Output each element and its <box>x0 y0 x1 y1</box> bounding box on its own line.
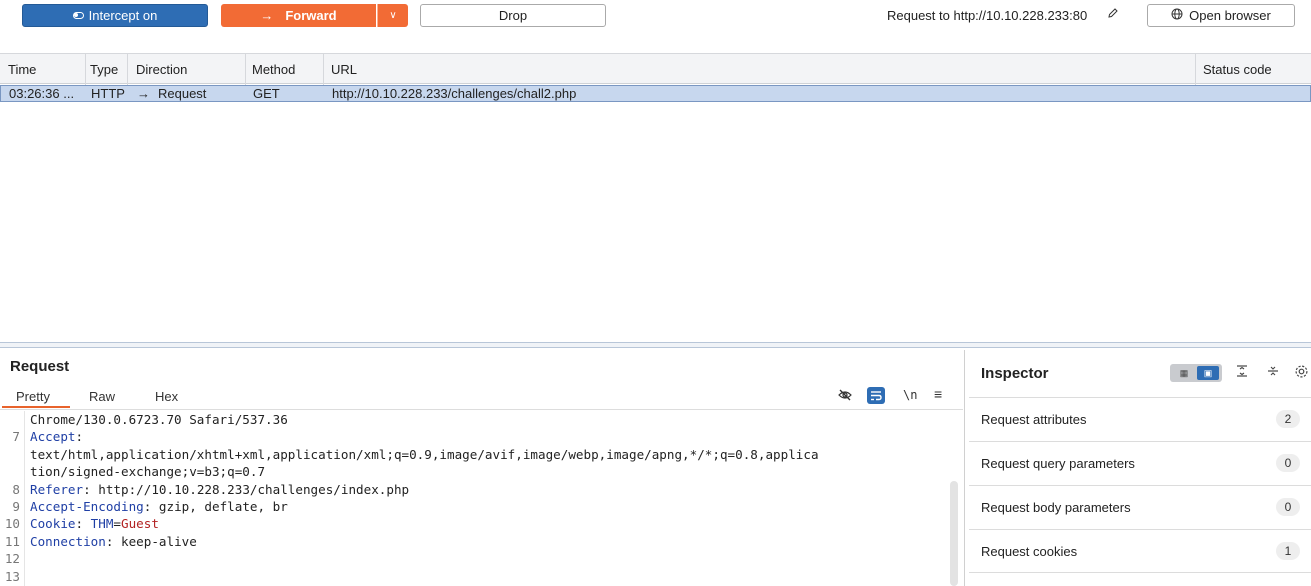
globe-icon <box>1171 8 1183 23</box>
inspector-item-request-cookies[interactable]: Request cookies 1 <box>969 529 1311 573</box>
request-target-label: Request to http://10.10.228.233:80 <box>887 8 1088 23</box>
row-status <box>1196 86 1204 101</box>
forward-label: Forward <box>285 8 337 23</box>
inspector-item-label: Request body parameters <box>981 500 1131 515</box>
header-name: Cookie <box>30 516 76 532</box>
tab-pretty[interactable]: Pretty <box>16 389 50 404</box>
cookie-value: Guest <box>121 516 159 532</box>
row-method: GET <box>253 86 280 101</box>
header-value: gzip, deflate, br <box>151 499 288 514</box>
editor-separator <box>0 409 963 410</box>
list-view-icon[interactable]: ▦ <box>1174 366 1194 380</box>
header-name: Referer <box>30 481 84 497</box>
inspector-item-query-parameters[interactable]: Request query parameters 0 <box>969 441 1311 485</box>
toggle-icon <box>72 12 84 19</box>
inspector-item-label: Request cookies <box>981 544 1078 559</box>
row-direction-label: Request <box>158 86 207 101</box>
tab-raw[interactable]: Raw <box>89 389 115 404</box>
cookie-name: THM <box>90 516 114 532</box>
line-number: 12 <box>4 551 20 567</box>
intercept-label: Intercept on <box>88 8 158 23</box>
column-header-url[interactable]: URL <box>323 54 1196 85</box>
open-browser-button[interactable]: Open browser <box>1147 4 1295 27</box>
inspector-item-label: Request query parameters <box>981 456 1135 471</box>
collapse-all-icon[interactable] <box>1235 364 1249 381</box>
active-tab-indicator <box>2 406 70 408</box>
row-direction: → Request <box>129 86 206 101</box>
forward-options-button[interactable]: ∨ <box>377 4 408 27</box>
panel-view-icon[interactable]: ▣ <box>1197 366 1219 380</box>
count-badge: 0 <box>1276 498 1300 516</box>
count-badge: 2 <box>1276 410 1300 428</box>
word-wrap-icon[interactable] <box>867 387 885 404</box>
inspector-item-request-attributes[interactable]: Request attributes 2 <box>969 397 1311 441</box>
code-line: tion/signed-exchange;v=b3;q=0.7 <box>30 464 266 480</box>
gear-icon[interactable] <box>1294 364 1309 382</box>
column-header-direction[interactable]: Direction <box>128 54 246 85</box>
inspector-item-label: Request attributes <box>981 412 1087 427</box>
header-value: keep-alive <box>113 533 197 549</box>
line-number: 11 <box>4 533 20 549</box>
row-url: http://10.10.228.233/challenges/chall2.p… <box>332 86 577 101</box>
row-time: 03:26:36 ... <box>9 86 75 101</box>
edit-target-icon[interactable] <box>1107 7 1119 22</box>
arrow-right-icon: → <box>260 8 274 23</box>
line-number: 10 <box>4 516 20 532</box>
inspector-panel: Inspector ▦ ▣ Request attributes 2 Reque… <box>964 350 1311 586</box>
code-line: Cookie: THM=Guest <box>30 516 159 532</box>
count-badge: 1 <box>1276 542 1300 560</box>
tab-hex[interactable]: Hex <box>155 389 178 404</box>
layout-toggle[interactable]: ▦ ▣ <box>1170 364 1222 382</box>
inspector-title: Inspector <box>981 365 1049 382</box>
count-badge: 0 <box>1276 454 1300 472</box>
column-header-status-code[interactable]: Status code <box>1195 54 1311 85</box>
editor-scrollbar[interactable] <box>950 481 958 586</box>
header-value: http://10.10.228.233/challenges/index.ph… <box>90 481 410 497</box>
drop-button[interactable]: Drop <box>420 4 606 27</box>
newline-toggle-icon[interactable]: \n <box>903 388 917 402</box>
request-pane-title: Request <box>10 358 70 375</box>
code-line: Accept-Encoding: gzip, deflate, br <box>30 499 288 514</box>
line-number: 13 <box>4 568 20 584</box>
expand-all-icon[interactable] <box>1266 364 1280 381</box>
proxy-intercept-window: Intercept on → Forward ∨ Drop Request to… <box>0 0 1311 586</box>
column-header-method[interactable]: Method <box>244 54 324 85</box>
header-name: Accept <box>30 429 76 445</box>
table-row[interactable]: 03:26:36 ... HTTP → Request GET http://10… <box>0 85 1311 102</box>
arrow-right-icon: → <box>137 86 150 101</box>
code-line: Chrome/130.0.6723.70 Safari/537.36 <box>30 412 288 427</box>
intercept-table-header: Time Type Direction Method URL Status co… <box>0 53 1311 85</box>
chevron-down-icon: ∨ <box>389 10 397 21</box>
code-line: Referer: http://10.10.228.233/challenges… <box>30 481 410 497</box>
header-name: Accept-Encoding <box>30 499 144 514</box>
pane-splitter[interactable] <box>0 342 1311 348</box>
line-number: 7 <box>12 429 20 445</box>
code-line: Connection: keep-alive <box>30 533 197 549</box>
line-number: 9 <box>12 499 20 514</box>
header-name: Connection <box>30 533 106 549</box>
column-header-type[interactable]: Type <box>82 54 128 85</box>
inspector-item-body-parameters[interactable]: Request body parameters 0 <box>969 485 1311 529</box>
column-header-time[interactable]: Time <box>0 54 86 85</box>
row-type: HTTP <box>91 86 125 101</box>
menu-icon[interactable]: ≡ <box>934 386 942 402</box>
forward-button[interactable]: → Forward <box>221 4 376 27</box>
eye-off-icon[interactable] <box>838 388 852 405</box>
open-browser-label: Open browser <box>1189 8 1271 23</box>
code-line: text/html,application/xhtml+xml,applicat… <box>30 446 819 462</box>
code-line: Accept: <box>30 429 84 445</box>
line-number: 8 <box>12 481 20 497</box>
intercept-toggle-button[interactable]: Intercept on <box>22 4 208 27</box>
